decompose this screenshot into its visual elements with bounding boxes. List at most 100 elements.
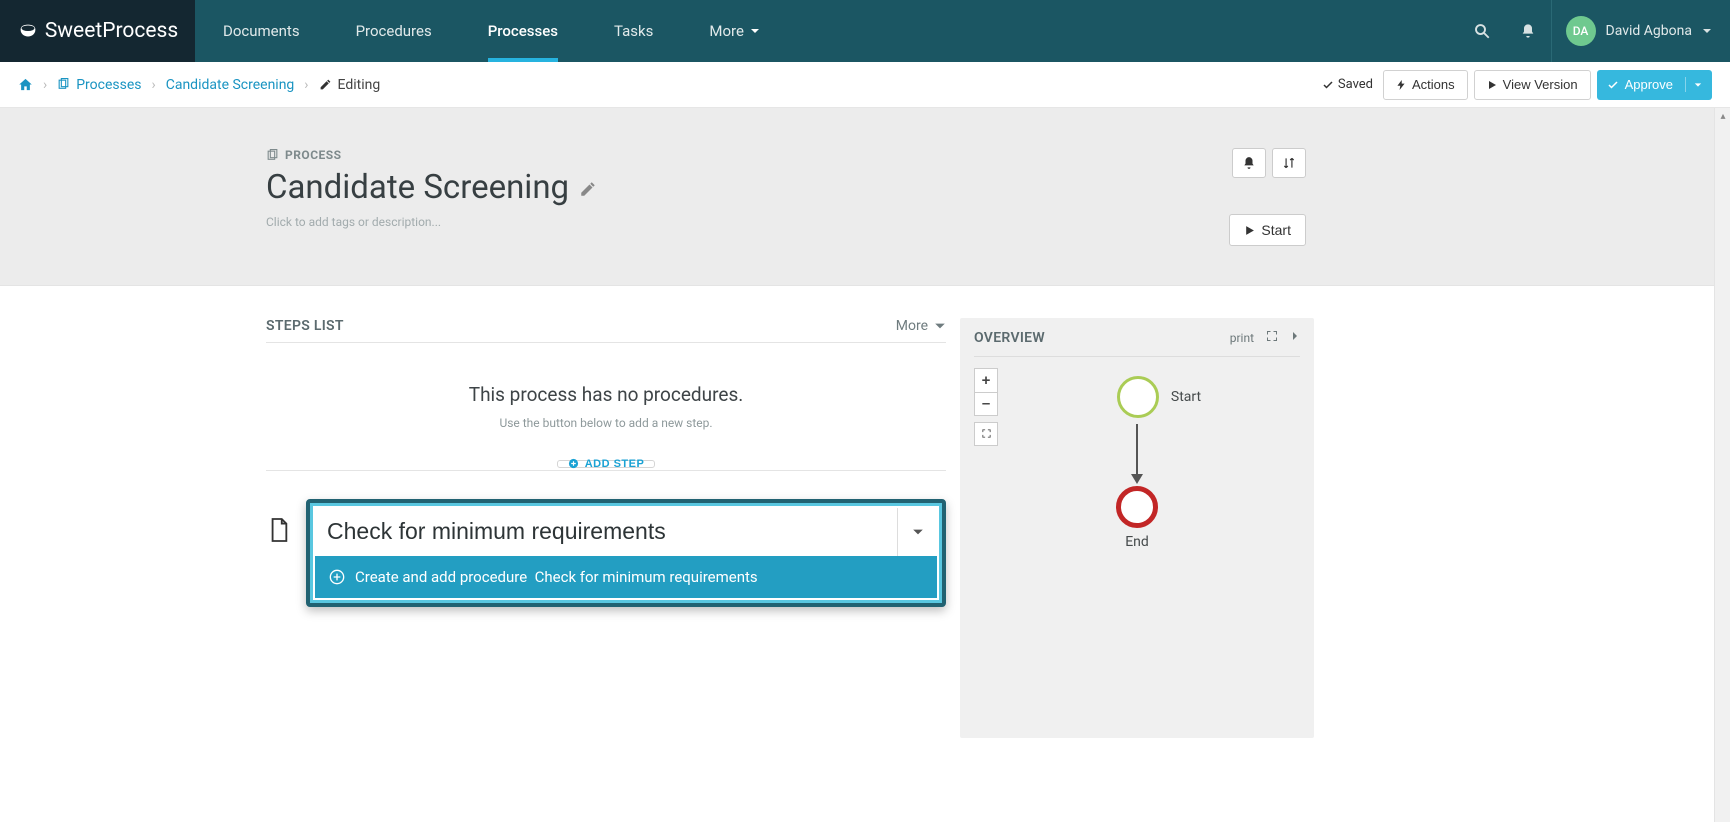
diagram-arrow (1131, 424, 1143, 484)
add-step-button[interactable]: ADD STEP (557, 460, 656, 468)
steps-more-label: More (896, 318, 928, 334)
breadcrumb-item[interactable]: Candidate Screening (166, 77, 295, 93)
breadcrumb-home[interactable] (18, 77, 33, 92)
notifications-settings-button[interactable] (1232, 148, 1266, 178)
main-nav: Documents Procedures Processes Tasks Mor… (195, 0, 788, 62)
diagram-end-label: End (1125, 534, 1149, 550)
start-label: Start (1261, 222, 1291, 238)
scrollbar[interactable]: ▴ (1714, 108, 1730, 822)
steps-list-heading: STEPS LIST (266, 318, 344, 334)
diagram-start-node[interactable] (1117, 376, 1159, 418)
actions-button[interactable]: Actions (1383, 70, 1468, 100)
empty-state-title: This process has no procedures. (266, 383, 946, 406)
plus-circle-icon (568, 458, 579, 469)
steps-more-menu[interactable]: More (896, 318, 946, 334)
actions-label: Actions (1412, 77, 1455, 92)
empty-state-sub: Use the button below to add a new step. (266, 416, 946, 430)
bell-icon (1520, 23, 1536, 39)
notifications-button[interactable] (1505, 0, 1551, 62)
overview-heading: OVERVIEW (974, 330, 1045, 346)
procedure-search-dropdown-toggle[interactable] (897, 508, 937, 556)
breadcrumb-current: Editing (319, 77, 381, 93)
avatar: DA (1566, 16, 1596, 46)
breadcrumb-processes-label: Processes (76, 77, 141, 93)
saved-label: Saved (1338, 77, 1373, 92)
overview-print[interactable]: print (1230, 331, 1254, 345)
overview-collapse[interactable] (1290, 330, 1300, 345)
chevron-down-icon (1702, 26, 1712, 36)
diagram-start-label: Start (1171, 389, 1201, 405)
plus-circle-icon (329, 569, 345, 585)
chevron-right-icon (1290, 330, 1300, 342)
search-icon (1473, 22, 1491, 40)
create-procedure-label: Create and add procedure Check for minim… (355, 568, 758, 586)
bell-icon (1242, 156, 1256, 170)
edit-title-button[interactable] (579, 168, 597, 207)
breadcrumb-sep: › (152, 77, 156, 93)
subbar-actions: Saved Actions View Version Approve (1322, 70, 1712, 100)
empty-state: This process has no procedures. Use the … (266, 383, 946, 430)
approve-button[interactable]: Approve (1597, 70, 1712, 100)
nav-processes[interactable]: Processes (460, 0, 586, 62)
add-step-label: ADD STEP (585, 458, 645, 470)
user-menu[interactable]: DA David Agbona (1551, 0, 1730, 62)
view-version-label: View Version (1503, 77, 1578, 92)
start-button[interactable]: Start (1229, 214, 1306, 246)
nav-documents[interactable]: Documents (195, 0, 328, 62)
reorder-button[interactable] (1272, 148, 1306, 178)
user-name: David Agbona (1606, 23, 1692, 39)
sort-icon (1282, 156, 1296, 170)
add-step-divider: ADD STEP (266, 470, 946, 471)
check-icon (1607, 79, 1619, 91)
expand-icon (1266, 330, 1278, 342)
procedure-search-input[interactable] (315, 508, 897, 556)
logo[interactable]: SweetProcess (0, 0, 195, 62)
play-icon (1487, 80, 1497, 90)
saved-status: Saved (1322, 77, 1373, 92)
nav-tasks[interactable]: Tasks (586, 0, 681, 62)
nav-more-label: More (709, 22, 744, 40)
diagram-end-node[interactable] (1116, 486, 1158, 528)
bolt-icon (1396, 80, 1406, 90)
breadcrumb-editing-label: Editing (338, 77, 381, 93)
steps-list-panel: STEPS LIST More This process has no proc… (266, 318, 946, 738)
process-header: PROCESS Candidate Screening Click to add… (0, 108, 1730, 286)
document-icon (268, 517, 290, 547)
chevron-down-icon (750, 26, 760, 36)
add-step-combobox: Create and add procedure Check for minim… (266, 499, 946, 607)
home-icon (18, 77, 33, 92)
breadcrumb: › Processes › Candidate Screening › Edit… (18, 77, 380, 93)
search-button[interactable] (1459, 0, 1505, 62)
copy-icon (266, 149, 279, 162)
copy-icon (57, 78, 70, 91)
nav-more[interactable]: More (681, 0, 788, 62)
process-type-text: PROCESS (285, 148, 342, 162)
overview-fullscreen[interactable] (1266, 330, 1278, 345)
process-type-label: PROCESS (266, 148, 342, 162)
flow-diagram: Start End (960, 376, 1314, 550)
breadcrumb-processes[interactable]: Processes (57, 77, 141, 93)
pencil-icon (579, 180, 597, 198)
process-title-text: Candidate Screening (266, 168, 569, 207)
chevron-down-icon (934, 320, 946, 332)
breadcrumb-bar: › Processes › Candidate Screening › Edit… (0, 62, 1730, 108)
nav-procedures[interactable]: Procedures (328, 0, 460, 62)
chevron-down-icon (1694, 81, 1702, 89)
play-icon (1244, 225, 1255, 236)
breadcrumb-sep: › (43, 77, 47, 93)
process-description-placeholder[interactable]: Click to add tags or description... (266, 215, 1306, 229)
breadcrumb-sep: › (304, 77, 308, 93)
view-version-button[interactable]: View Version (1474, 70, 1591, 100)
brand-name-1: Sweet (45, 19, 102, 43)
main-content: STEPS LIST More This process has no proc… (0, 286, 1730, 738)
brand-name-2: Process (102, 19, 178, 43)
process-title: Candidate Screening (266, 168, 1306, 207)
approve-dropdown[interactable] (1685, 77, 1702, 92)
pencil-icon (319, 78, 332, 91)
overview-panel: OVERVIEW print + – Start (960, 318, 1314, 738)
topbar: SweetProcess Documents Procedures Proces… (0, 0, 1730, 62)
scrollbar-up[interactable]: ▴ (1715, 108, 1730, 124)
create-procedure-option[interactable]: Create and add procedure Check for minim… (315, 556, 937, 598)
chevron-down-icon (912, 526, 924, 538)
check-icon (1322, 79, 1334, 91)
